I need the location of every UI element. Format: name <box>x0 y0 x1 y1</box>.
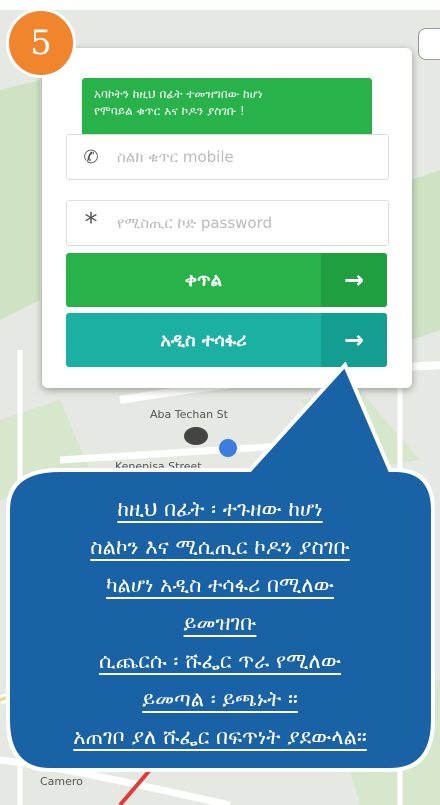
phone-input[interactable] <box>115 147 369 167</box>
register-button-label: አዲስ ተሳፋሪ <box>160 329 247 351</box>
help-instructions: ከዚህ በፊት ፡ ተጉዘው ከሆነ ስልኮን እና ሚሲጢር ኮዶን ያስገቡ… <box>10 490 430 756</box>
asterisk-icon: * <box>84 208 98 238</box>
login-card: አባኮትን ከዚህ በፊት ተመዝግበው ከሆነ የሞባይል ቁጥር እና ኮዶ… <box>42 48 412 388</box>
instruction-line: ስልኮን እና ሚሲጢር ኮዶን ያስገቡ <box>90 535 350 559</box>
location-pin-icon <box>219 439 237 457</box>
phone-icon: ✆ <box>83 146 99 168</box>
map-label-street: Aba Techan St <box>150 408 229 421</box>
instruction-line: ይመጣል ፡ ይጫኑት ። <box>142 687 298 711</box>
tooltip-line: የሞባይል ቁጥር እና ኮዶን ያስገቡ ! <box>94 104 245 118</box>
instruction-line: አጠገቦ ያለ ሹፌር በፍጥነት ያደውላል። <box>73 725 367 749</box>
login-button[interactable]: ቀጥል → <box>66 253 387 307</box>
phone-field: ✆ <box>66 134 389 180</box>
password-input[interactable] <box>115 213 369 233</box>
password-field: * <box>66 200 389 246</box>
step-number-badge: 5 <box>6 8 76 78</box>
register-button[interactable]: አዲስ ተሳፋሪ → <box>66 313 387 367</box>
tooltip-line: አባኮትን ከዚህ በፊት ተመዝግበው ከሆነ <box>94 87 263 101</box>
instruction-line: ከዚህ በፊት ፡ ተጉዘው ከሆነ <box>117 497 323 521</box>
side-menu-tab[interactable] <box>418 28 440 60</box>
instruction-line: ሲጨርሱ ፡ ሹፌር ጥራ የሚለው <box>98 649 342 673</box>
map-label-street: Camero <box>40 775 83 788</box>
car-icon <box>184 427 208 445</box>
instruction-line: ይመዝገቡ <box>183 611 257 635</box>
instruction-line: ካልሆነ አዲስ ተሳፋሪ በሚለው <box>106 573 334 597</box>
arrow-right-icon: → <box>321 253 387 307</box>
arrow-right-icon: → <box>321 313 387 367</box>
login-button-label: ቀጥል <box>184 269 223 291</box>
map-label-street: Kenenisa Street <box>115 460 202 473</box>
